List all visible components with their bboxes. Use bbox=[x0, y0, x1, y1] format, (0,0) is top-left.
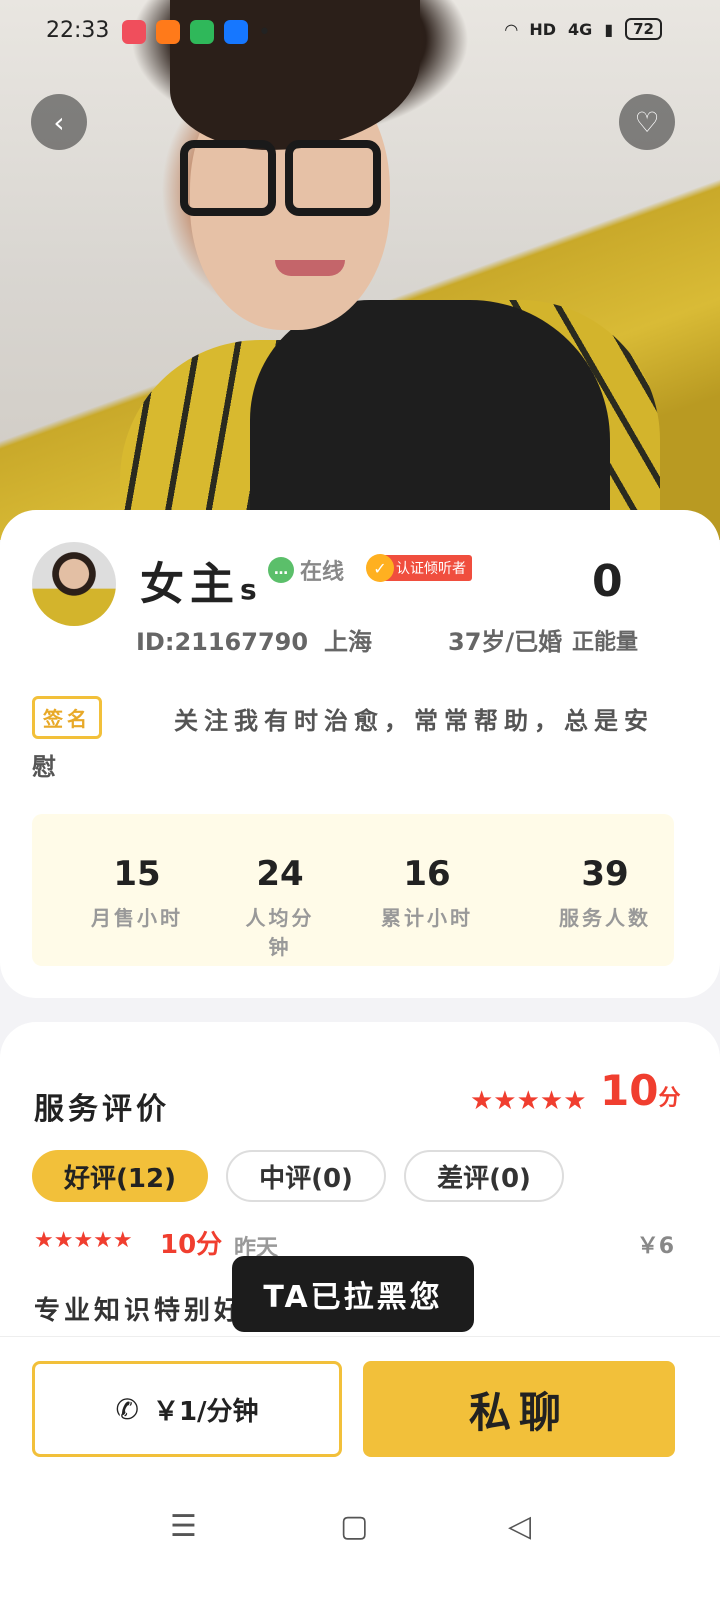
review-score-value: 10 bbox=[600, 1066, 659, 1115]
stat-label: 人均分钟 bbox=[245, 906, 315, 959]
review-item-price: ￥6 bbox=[636, 1234, 674, 1259]
review-score: 10分 bbox=[600, 1066, 680, 1115]
tab-neutral-reviews[interactable]: 中评(0) bbox=[226, 1150, 386, 1202]
stat-label: 服务人数 bbox=[559, 906, 651, 930]
photo-glasses-right bbox=[285, 140, 381, 216]
review-score-unit: 分 bbox=[658, 1086, 681, 1111]
app-notification-icon bbox=[224, 20, 248, 44]
status-bar: 22:33 • ◠ HD 4G ▮ 72 bbox=[0, 0, 720, 62]
bottom-action-bar: ✆ ￥1/分钟 私聊 ☰ ▢ ◁ bbox=[0, 1336, 720, 1601]
stat-label: 月售小时 bbox=[91, 906, 183, 930]
profile-card: 女主s … 在线 ✓ 认证倾听者 ID:21167790 上海 37岁/已婚 0 … bbox=[0, 510, 720, 998]
menu-icon[interactable]: ☰ bbox=[170, 1509, 197, 1544]
review-item-score: 10分 bbox=[160, 1230, 223, 1260]
app-notification-icon bbox=[190, 20, 214, 44]
photo-glasses-left bbox=[180, 140, 276, 216]
private-chat-button[interactable]: 私聊 bbox=[363, 1361, 675, 1457]
chevron-left-icon: ‹ bbox=[53, 105, 65, 139]
photo-shirt bbox=[250, 300, 610, 540]
status-app-icons: • bbox=[122, 20, 271, 45]
heart-icon: ♡ bbox=[634, 105, 660, 139]
age-status: 37岁/已婚 bbox=[448, 628, 563, 656]
voice-call-button[interactable]: ✆ ￥1/分钟 bbox=[32, 1361, 342, 1457]
tab-bad-reviews[interactable]: 差评(0) bbox=[404, 1150, 564, 1202]
stat-value: 24 bbox=[256, 854, 304, 894]
profile-name: 女主s bbox=[140, 548, 257, 612]
stat-value: 39 bbox=[581, 854, 629, 894]
status-indicators: ◠ HD 4G ▮ 72 bbox=[505, 18, 662, 40]
stat-item: 15 月售小时 bbox=[32, 814, 242, 966]
stat-label: 累计小时 bbox=[381, 906, 473, 930]
more-notifications-icon: • bbox=[258, 20, 271, 45]
home-square-icon[interactable]: ▢ bbox=[340, 1509, 368, 1544]
call-price-label: ￥1/分钟 bbox=[152, 1396, 259, 1427]
online-status: … 在线 bbox=[268, 554, 344, 586]
profile-name-suffix: s bbox=[240, 573, 257, 606]
network-label: 4G bbox=[568, 19, 593, 39]
energy-value: 0 bbox=[592, 556, 623, 607]
app-notification-icon bbox=[156, 20, 180, 44]
id-line: ID:21167790 上海 bbox=[136, 622, 372, 657]
photo-mouth bbox=[275, 260, 345, 276]
online-label: 在线 bbox=[300, 560, 345, 585]
stat-value: 16 bbox=[403, 854, 451, 894]
energy-label: 正能量 bbox=[572, 630, 639, 655]
back-triangle-icon[interactable]: ◁ bbox=[508, 1509, 531, 1544]
hd-badge: HD bbox=[529, 19, 557, 39]
review-item-text: 专业知识特别好 bbox=[34, 1296, 245, 1326]
certified-badge: ✓ 认证倾听者 bbox=[366, 554, 472, 582]
stat-value: 15 bbox=[113, 854, 161, 894]
system-nav-bar: ☰ ▢ ◁ bbox=[0, 1485, 720, 1565]
signal-icon: ▮ bbox=[604, 19, 614, 39]
battery-indicator: 72 bbox=[625, 18, 662, 40]
profile-name-text: 女主 bbox=[140, 559, 240, 610]
stat-item: 24 人均分钟 bbox=[242, 814, 318, 966]
chat-bubble-icon: … bbox=[268, 557, 294, 583]
favorite-button[interactable]: ♡ bbox=[619, 94, 675, 150]
back-button[interactable]: ‹ bbox=[31, 94, 87, 150]
review-item-stars: ★★★★★ bbox=[34, 1228, 133, 1253]
status-time: 22:33 bbox=[46, 18, 110, 43]
phone-icon: ✆ bbox=[115, 1392, 139, 1426]
signature-text: 关注我有时治愈，常常帮助，总是安慰 bbox=[32, 707, 654, 781]
check-badge-icon: ✓ bbox=[366, 554, 394, 582]
tab-good-reviews[interactable]: 好评(12) bbox=[32, 1150, 208, 1202]
wifi-icon: ◠ bbox=[505, 19, 518, 39]
blocked-toast: TA已拉黑您 bbox=[232, 1256, 474, 1332]
stats-panel: 15 月售小时 24 人均分钟 16 累计小时 39 服务人数 bbox=[32, 814, 674, 966]
stat-item: 16 累计小时 bbox=[318, 814, 536, 966]
certified-label: 认证倾听者 bbox=[382, 555, 472, 581]
review-stars: ★★★★★ bbox=[470, 1086, 587, 1116]
review-title: 服务评价 bbox=[34, 1092, 170, 1127]
profile-cover-photo bbox=[0, 0, 720, 540]
app-notification-icon bbox=[122, 20, 146, 44]
stat-item: 39 服务人数 bbox=[536, 814, 674, 966]
user-city: 上海 bbox=[324, 628, 373, 656]
avatar[interactable] bbox=[32, 542, 116, 626]
user-id: ID:21167790 bbox=[136, 628, 309, 656]
